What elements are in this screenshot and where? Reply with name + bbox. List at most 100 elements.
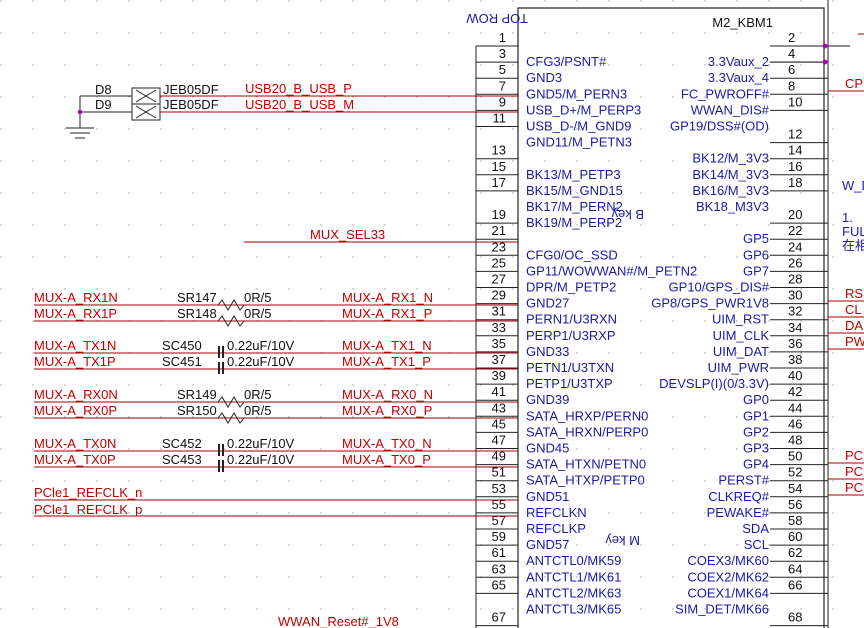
pin-number-left: 37 (492, 352, 506, 367)
pin-number-left: 9 (499, 94, 506, 109)
pin-label-left: SATA_HRXP/PERN0 (526, 408, 648, 423)
pin-label-right: GP6 (743, 247, 769, 262)
part-ref: SR150 (177, 403, 217, 418)
d9-ref: D9 (95, 97, 112, 112)
net-left: MUX-A_TX0P (34, 452, 116, 467)
pin-number-left: 17 (492, 175, 506, 190)
part-ref: SC451 (162, 354, 202, 369)
pin-label-left: USB_D-/M_GND9 (526, 119, 631, 134)
net-left: MUX-A_TX1N (34, 338, 116, 353)
pin-number-right: 6 (788, 62, 795, 77)
pin-number-right: 44 (788, 400, 802, 415)
pin-label-left: ANTCTL2/MK63 (526, 585, 621, 600)
net-right: MUX-A_RX1_P (342, 306, 432, 321)
pin-number-left: 59 (492, 529, 506, 544)
top-row-label: TOP ROW (466, 11, 528, 26)
pin-label-left: PERN1/U3RXN (526, 312, 617, 327)
part-value: 0.22uF/10V (227, 436, 295, 451)
pin-number-left: 3 (499, 46, 506, 61)
pin-label-left: BK17/M_PERN2 (526, 199, 623, 214)
part-ref: SC453 (162, 452, 202, 467)
pin-label-left: PETP1/U3TXP (526, 376, 613, 391)
net-refclk-n: PCle1_REFCLK_n (34, 485, 142, 500)
net-right: MUX-A_TX0_P (342, 452, 431, 467)
pin-number-right: 66 (788, 577, 802, 592)
part-value: 0.22uF/10V (227, 452, 295, 467)
net-wwan-reset: WWAN_Reset#_1V8 (278, 614, 399, 628)
net-refclk-p: PCle1_REFCLK_p (34, 502, 142, 517)
pin-number-left: 1 (499, 30, 506, 45)
net-mux-sel: MUX_SEL33 (310, 227, 385, 242)
pin-number-right: 28 (788, 272, 802, 287)
pin-number-left: 39 (492, 368, 506, 383)
pin-label-left: ANTCTL0/MK59 (526, 553, 621, 568)
pin-number-left: 25 (492, 255, 506, 270)
part-ref: SR147 (177, 290, 217, 305)
part-value: 0.22uF/10V (227, 338, 295, 353)
note-line-4: 在相 (842, 238, 864, 253)
pin-number-left: 21 (492, 223, 506, 238)
pin-label-right: GP8/GPS_PWR1V8 (651, 296, 769, 311)
pin-number-left: 45 (492, 416, 506, 431)
pin-number-right: 24 (788, 239, 802, 254)
pin-label-right: BK18_M3V3 (696, 199, 769, 214)
right-net-label: PC (845, 464, 863, 479)
pin-label-left: GP11/WOWWAN#/M_PETN2 (526, 263, 697, 278)
m-key-label: M key (605, 533, 640, 548)
pin-label-right: UIM_DAT (713, 344, 769, 359)
pin-label-right: COEX3/MK60 (687, 553, 769, 568)
pin-label-right: GP5 (743, 231, 769, 246)
pin-number-right: 10 (788, 94, 802, 109)
pin-label-right: GP4 (743, 457, 769, 472)
pin-label-right: DEVSLP(I)(0/3.3V) (659, 376, 769, 391)
pin-number-right: 46 (788, 416, 802, 431)
d8-part: JEB05DF (163, 82, 219, 97)
pin-label-left: GND3 (526, 70, 562, 85)
pin-number-right: 54 (788, 481, 802, 496)
net-left: MUX-A_RX0N (34, 387, 118, 402)
pin-label-right: BK12/M_3V3 (692, 151, 769, 166)
net-left: MUX-A_RX0P (34, 403, 117, 418)
net-left: MUX-A_RX1N (34, 290, 118, 305)
pin-label-left: GND5/M_PERN3 (526, 86, 627, 101)
right-net-label: PW (845, 334, 864, 349)
pin-number-right: 68 (788, 610, 802, 625)
net-left: MUX-A_RX1P (34, 306, 117, 321)
pin-label-right: COEX2/MK62 (687, 569, 769, 584)
pin-label-right: SDA (742, 521, 769, 536)
right-net-label: PC (845, 448, 863, 463)
note-line-3: FUL (842, 224, 864, 239)
pin-label-right: WWAN_DIS# (691, 102, 770, 117)
net-right: MUX-A_RX1_N (342, 290, 433, 305)
pin-number-left: 47 (492, 433, 506, 448)
net-left: MUX-A_TX0N (34, 436, 116, 451)
pin-number-right: 8 (788, 78, 795, 93)
pin-label-left: REFCLKN (526, 505, 587, 520)
pin-number-right: 64 (788, 561, 802, 576)
pin-label-left: BK19/M_PERP2 (526, 215, 622, 230)
pin-label-right: GP19/DSS#(OD) (670, 119, 769, 134)
net-right: MUX-A_TX0_N (342, 436, 432, 451)
pin-number-right: 14 (788, 143, 802, 158)
net-right: MUX-A_TX1_N (342, 338, 432, 353)
pin-number-right: 62 (788, 545, 802, 560)
part-value: 0R/5 (244, 403, 271, 418)
pin-label-right: FC_PWROFF# (681, 86, 770, 101)
pin-label-right: GP0 (743, 392, 769, 407)
pin-label-left: GND45 (526, 441, 569, 456)
net-right: MUX-A_TX1_P (342, 354, 431, 369)
pin-number-right: 52 (788, 465, 802, 480)
right-net-label: RS (845, 286, 863, 301)
pin-label-right: GP7 (743, 263, 769, 278)
net-right: MUX-A_RX0_P (342, 403, 432, 418)
part-value: 0R/5 (244, 306, 271, 321)
pin-label-left: ANTCTL1/MK61 (526, 569, 621, 584)
pin-number-right: 42 (788, 384, 802, 399)
pin-label-left: GND57 (526, 537, 569, 552)
pin-label-left: BK13/M_PETP3 (526, 167, 621, 182)
pin-label-left: GND39 (526, 392, 569, 407)
connector-ref: M2_KBM1 (712, 15, 773, 30)
pin-label-left: GND27 (526, 296, 569, 311)
pin-label-right: SCL (744, 537, 769, 552)
pin-label-left: GND33 (526, 344, 569, 359)
